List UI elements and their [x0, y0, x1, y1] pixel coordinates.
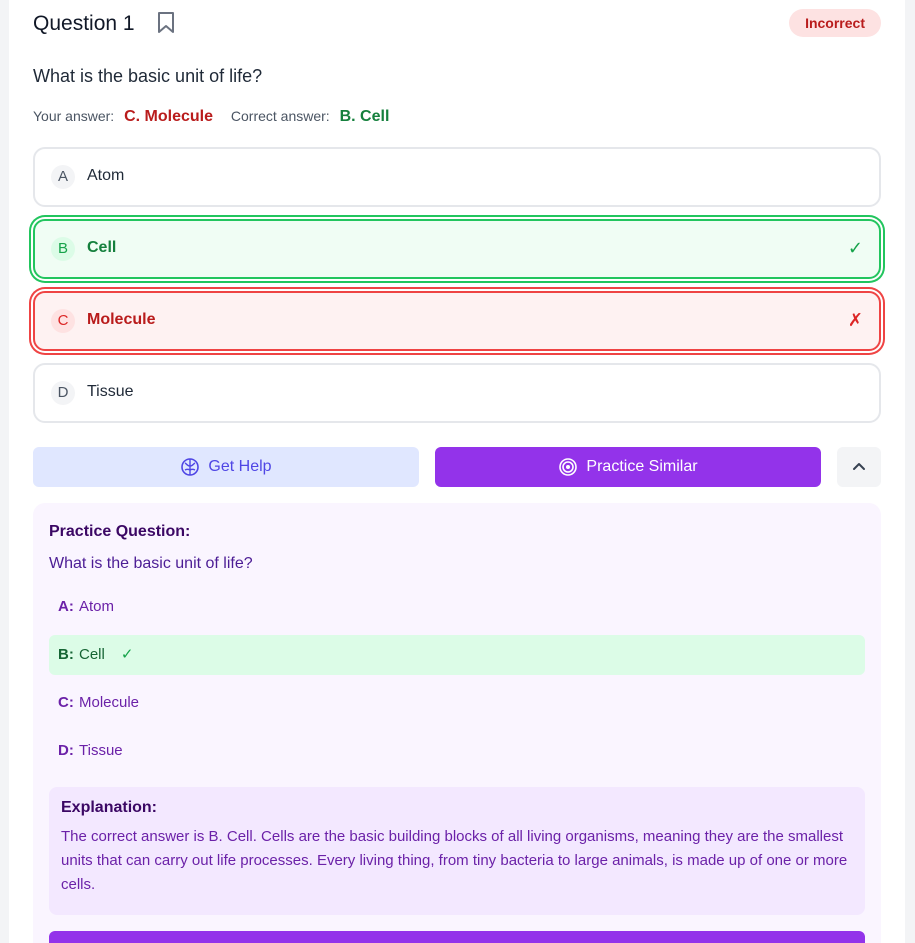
- correct-answer-value: B. Cell: [339, 108, 390, 125]
- option-letter: C: [51, 309, 75, 333]
- option-d[interactable]: D Tissue: [33, 363, 881, 423]
- practice-panel: Practice Question: What is the basic uni…: [33, 503, 881, 943]
- practice-option-letter: A:: [58, 598, 74, 615]
- correct-answer-label: Correct answer:: [230, 108, 330, 124]
- practice-option-label: Tissue: [79, 742, 123, 759]
- practice-option-label: Cell: [79, 646, 105, 663]
- option-letter: D: [51, 381, 75, 405]
- practice-title: Practice Question:: [49, 523, 191, 540]
- option-letter: A: [51, 165, 75, 189]
- practice-option-a[interactable]: A: Atom: [49, 587, 865, 627]
- collapse-button[interactable]: [837, 447, 881, 487]
- status-badge: Incorrect: [789, 9, 881, 37]
- practice-option-b[interactable]: B: Cell ✓: [49, 635, 865, 675]
- option-label: Molecule: [87, 311, 156, 328]
- question-header: Question 1 Incorrect: [33, 9, 881, 40]
- cross-icon: ✗: [847, 310, 863, 330]
- explanation-text: The correct answer is B. Cell. Cells are…: [61, 828, 848, 893]
- practice-similar-button[interactable]: Practice Similar: [435, 447, 821, 487]
- practice-option-letter: C:: [58, 694, 74, 711]
- chevron-up-icon: [853, 463, 865, 470]
- option-c[interactable]: C Molecule ✗: [33, 291, 881, 351]
- question-title: Question 1: [33, 12, 135, 35]
- option-a[interactable]: A Atom: [33, 147, 881, 207]
- practice-similar-label: Practice Similar: [586, 458, 698, 475]
- practice-option-c[interactable]: C: Molecule: [49, 683, 865, 723]
- your-answer-value: C. Molecule: [124, 108, 213, 125]
- option-b[interactable]: B Cell ✓: [33, 219, 881, 279]
- question-card: Question 1 Incorrect What is the basic u…: [9, 0, 905, 943]
- practice-action-button[interactable]: [49, 931, 865, 943]
- get-help-button[interactable]: Get Help: [33, 447, 419, 487]
- practice-option-letter: B:: [58, 646, 74, 663]
- practice-option-label: Molecule: [79, 694, 140, 711]
- practice-option-letter: D:: [58, 742, 74, 759]
- explanation-box: Explanation: The correct answer is B. Ce…: [49, 787, 865, 915]
- check-icon: ✓: [120, 646, 134, 663]
- option-label: Cell: [87, 239, 117, 256]
- answer-summary: Your answer: C. Molecule Correct answer:…: [33, 108, 389, 126]
- practice-option-label: Atom: [79, 598, 115, 615]
- option-label: Atom: [87, 167, 125, 184]
- check-icon: ✓: [847, 238, 863, 258]
- brain-icon: [181, 458, 200, 476]
- option-label: Tissue: [87, 383, 134, 400]
- explanation-title: Explanation:: [61, 799, 158, 816]
- get-help-label: Get Help: [208, 458, 272, 475]
- practice-option-d[interactable]: D: Tissue: [49, 731, 865, 771]
- bookmark-icon[interactable]: [157, 12, 175, 34]
- your-answer-label: Your answer:: [33, 108, 115, 124]
- target-icon: [559, 458, 578, 476]
- question-text: What is the basic unit of life?: [33, 66, 263, 86]
- practice-option-label-wrap: Cell ✓: [79, 635, 133, 675]
- option-letter: B: [51, 237, 75, 261]
- practice-question-text: What is the basic unit of life?: [49, 555, 253, 572]
